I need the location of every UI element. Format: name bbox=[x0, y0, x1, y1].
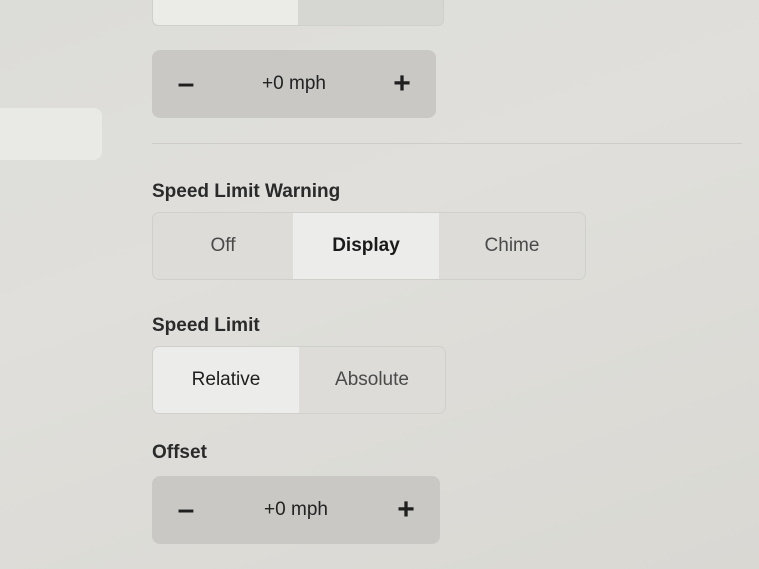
limit-option-absolute[interactable]: Absolute bbox=[299, 347, 445, 413]
warning-option-display[interactable]: Display bbox=[293, 213, 439, 279]
limit-option-relative[interactable]: Relative bbox=[153, 347, 299, 413]
speed-limit-warning-title: Speed Limit Warning bbox=[152, 181, 341, 202]
top-speed-stepper: – +0 mph + bbox=[152, 50, 436, 118]
offset-value: +0 mph bbox=[264, 499, 328, 520]
warning-option-chime[interactable]: Chime bbox=[439, 213, 585, 279]
offset-title: Offset bbox=[152, 442, 207, 463]
warning-option-off[interactable]: Off bbox=[153, 213, 293, 279]
partial-top-segmented-control[interactable] bbox=[152, 0, 444, 26]
speed-limit-warning-control: Off Display Chime bbox=[152, 212, 586, 280]
section-divider bbox=[152, 143, 742, 144]
speed-limit-title: Speed Limit bbox=[152, 315, 260, 336]
speed-limit-mode-control: Relative Absolute bbox=[152, 346, 446, 414]
decrease-button[interactable]: – bbox=[166, 64, 206, 104]
offset-stepper: – +0 mph + bbox=[152, 476, 440, 544]
stepper-value: +0 mph bbox=[262, 73, 326, 94]
increase-button[interactable]: + bbox=[382, 64, 422, 104]
sidebar-item[interactable] bbox=[0, 108, 102, 160]
offset-increase-button[interactable]: + bbox=[386, 490, 426, 530]
offset-decrease-button[interactable]: – bbox=[166, 490, 206, 530]
partial-top-selected-option[interactable] bbox=[153, 0, 298, 25]
